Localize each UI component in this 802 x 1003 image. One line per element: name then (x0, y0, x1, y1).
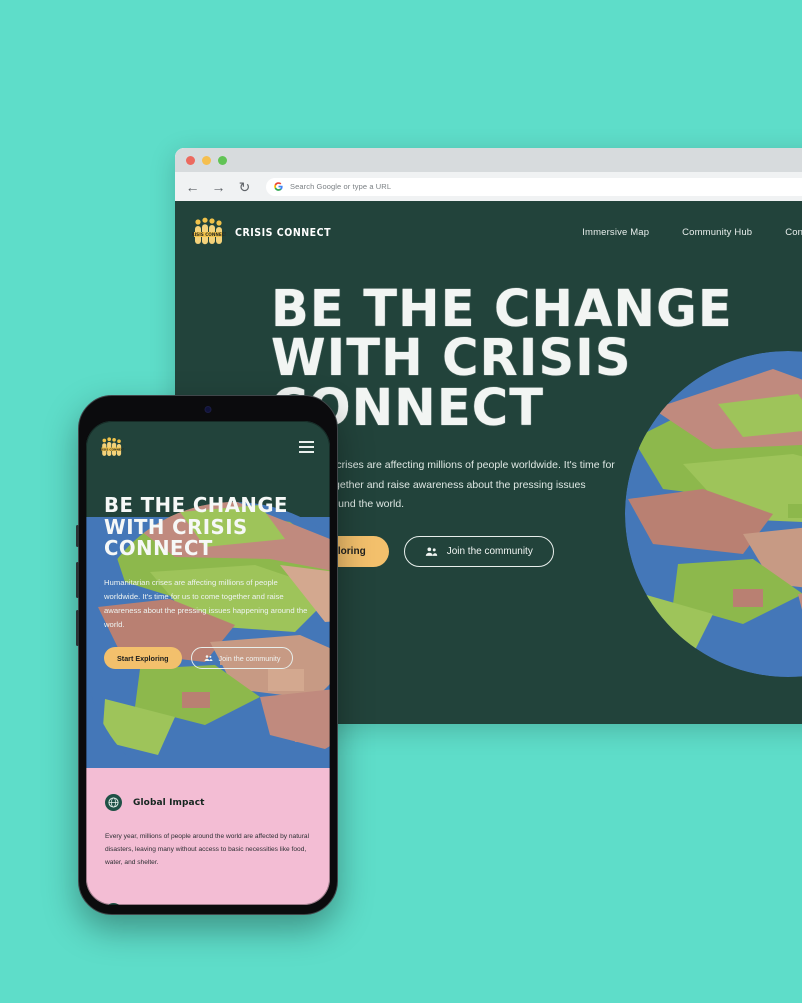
brand[interactable]: CRISIS CONNECT CRISIS CONNECT (192, 217, 347, 247)
mobile-join-community-label: Join the community (218, 653, 281, 663)
hamburger-bar (299, 446, 314, 448)
mobile-header: CRISIS CONNECT (86, 421, 330, 473)
hamburger-bar (299, 441, 314, 444)
reload-icon[interactable]: ↻ (237, 179, 252, 194)
mobile-crisis-connect-logo-icon[interactable]: CRISIS CONNECT (100, 436, 124, 458)
phone-mute-button[interactable] (75, 525, 79, 547)
browser-toolbar: ← → ↻ Search Google or type a URL (175, 172, 802, 201)
nav-item-community-hub[interactable]: Community Hub (682, 227, 752, 238)
people-group-icon (425, 547, 437, 556)
first-aid-kit-icon (105, 902, 122, 905)
mobile-features-section: Global Impact Every year, millions of pe… (86, 768, 330, 905)
feature-title: Global Impact (133, 797, 205, 808)
mobile-hero-title: BE THE CHANGE WITH CRISIS CONNECT (104, 493, 288, 561)
hamburger-menu-icon[interactable] (299, 441, 314, 453)
feature-header: Global Impact (105, 794, 311, 811)
google-logo-icon (274, 182, 283, 191)
crisis-connect-logo-icon: CRISIS CONNECT (192, 217, 226, 245)
mobile-hero-actions: Start Exploring Join the community (104, 647, 312, 670)
feature-disaster-relief: Disaster Relief Our community is dedicat… (105, 902, 311, 905)
hamburger-bar (299, 450, 314, 453)
feature-global-impact: Global Impact Every year, millions of pe… (105, 794, 311, 870)
mobile-hero-subtitle: Humanitarian crises are affecting millio… (104, 578, 308, 630)
people-group-icon (204, 655, 212, 662)
nav-item-contact[interactable]: Contact (785, 227, 802, 238)
hero-actions: Start Exploring Join the community (271, 535, 802, 567)
brand-name: CRISIS CONNECT (235, 225, 332, 239)
hero-title: BE THE CHANGE WITH CRISIS CONNECT (271, 280, 733, 438)
address-bar[interactable]: Search Google or type a URL (266, 177, 802, 196)
svg-text:CRISIS CONNECT: CRISIS CONNECT (192, 232, 226, 237)
back-icon[interactable]: ← (185, 179, 200, 194)
nav-item-immersive-map[interactable]: Immersive Map (582, 227, 649, 238)
browser-titlebar (175, 148, 802, 172)
feature-header: Disaster Relief (105, 902, 311, 905)
window-close-button[interactable] (186, 155, 195, 165)
address-bar-placeholder: Search Google or type a URL (290, 182, 392, 191)
feature-text: Every year, millions of people around th… (105, 833, 310, 867)
phone-volume-down-button[interactable] (75, 610, 79, 646)
join-community-button[interactable]: Join the community (403, 535, 554, 567)
mobile-hero-section: CRISIS CONNECT BE THE CHANGE WITH CRISIS… (86, 421, 330, 768)
mobile-hero-content: BE THE CHANGE WITH CRISIS CONNECT Humani… (86, 473, 330, 670)
mobile-start-exploring-button[interactable]: Start Exploring (104, 647, 182, 670)
phone-screen: CRISIS CONNECT BE THE CHANGE WITH CRISIS… (86, 421, 330, 905)
globe-icon (105, 794, 122, 811)
window-minimize-button[interactable] (202, 155, 211, 165)
mobile-join-community-button[interactable]: Join the community (190, 647, 294, 670)
window-maximize-button[interactable] (218, 155, 227, 165)
phone-camera-icon (204, 406, 212, 413)
forward-icon[interactable]: → (211, 179, 226, 194)
phone-volume-up-button[interactable] (75, 562, 79, 598)
site-header: CRISIS CONNECT CRISIS CONNECT Immersive … (175, 201, 802, 263)
site-nav: Immersive Map Community Hub Contact (582, 227, 802, 238)
join-community-label: Join the community (446, 545, 533, 557)
phone-mockup: CRISIS CONNECT BE THE CHANGE WITH CRISIS… (75, 395, 338, 915)
svg-text:CRISIS CONNECT: CRISIS CONNECT (100, 447, 124, 451)
